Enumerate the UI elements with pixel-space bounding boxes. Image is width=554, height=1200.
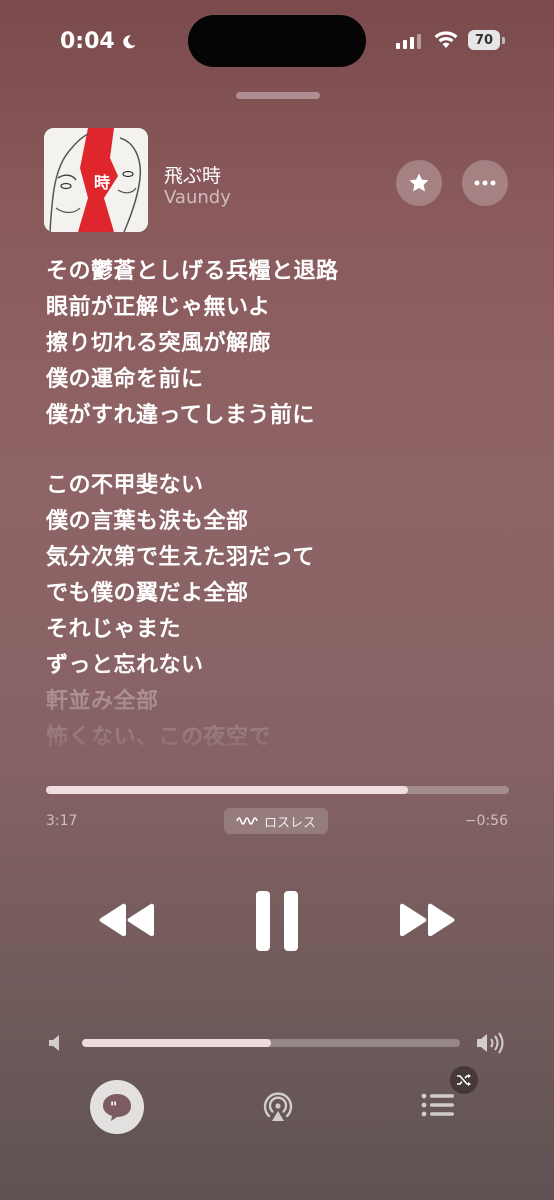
airplay-icon (263, 1092, 293, 1121)
track-title[interactable]: 飛ぶ時 (164, 161, 221, 188)
forward-icon (400, 903, 455, 937)
volume-fill (82, 1039, 271, 1047)
progress-fill (46, 786, 409, 794)
moon-icon (123, 34, 136, 48)
quote-bubble-icon: " (103, 1094, 131, 1121)
battery-icon: 70 (468, 30, 500, 50)
album-art-illustration: 時 (44, 128, 148, 232)
lossless-label: ロスレス (264, 815, 317, 831)
shuffle-icon (457, 1074, 471, 1086)
wifi-icon (434, 31, 458, 48)
svg-text:": " (110, 1100, 117, 1116)
star-icon (409, 173, 429, 192)
elapsed-time: 3:17 (46, 813, 78, 829)
volume-high-icon (477, 1032, 504, 1054)
ellipsis-icon (474, 180, 496, 186)
list-icon (421, 1093, 454, 1117)
fast-forward-button[interactable] (398, 903, 456, 937)
svg-text:時: 時 (94, 173, 110, 192)
airplay-button[interactable] (260, 1089, 296, 1125)
lyric-line[interactable]: 僕がすれ違ってしまう前に (46, 398, 516, 434)
lyric-line[interactable]: 僕の言葉も涙も全部 (46, 504, 516, 540)
lyric-line[interactable]: それじゃまた (46, 612, 516, 648)
backward-icon (99, 903, 154, 937)
lyric-line[interactable]: 眼前が正解じゃ無いよ (46, 290, 516, 326)
lyric-line[interactable]: 怖くない、この夜空で (46, 720, 516, 756)
rewind-button[interactable] (98, 903, 156, 937)
lossless-wave-icon (236, 817, 258, 825)
remaining-time: −0:56 (464, 813, 508, 829)
queue-button[interactable] (421, 1092, 455, 1118)
sheet-grabber[interactable] (236, 92, 320, 99)
pause-button[interactable] (254, 891, 300, 951)
dynamic-island (188, 15, 366, 67)
shuffle-badge[interactable] (450, 1066, 478, 1094)
lyric-line[interactable]: 僕の運命を前に (46, 362, 516, 398)
lyric-line[interactable]: でも僕の翼だよ全部 (46, 576, 516, 612)
lyric-line[interactable]: ずっと忘れない (46, 648, 516, 684)
lyric-line[interactable]: 軒並み全部 (46, 684, 516, 720)
favorite-button[interactable] (396, 160, 442, 206)
more-button[interactable] (462, 160, 508, 206)
battery-tip (502, 37, 505, 44)
lyric-line[interactable]: 擦り切れる突風が解廊 (46, 326, 516, 362)
lyric-line[interactable]: 気分次第で生えた羽だって (46, 540, 516, 576)
battery-level: 70 (474, 32, 494, 48)
lossless-badge[interactable]: ロスレス (224, 808, 329, 834)
cellular-signal-icon (396, 33, 421, 49)
lyrics-view[interactable]: その鬱蒼としげる兵糧と退路 眼前が正解じゃ無いよ 擦り切れる突風が解廊 僕の運命を前に… (46, 254, 516, 774)
album-artwork[interactable]: 時 (44, 128, 148, 232)
volume-low-icon (49, 1035, 59, 1051)
lyric-line[interactable]: この不甲斐ない (46, 468, 516, 504)
lyric-line[interactable]: その鬱蒼としげる兵糧と退路 (46, 254, 516, 290)
lyric-stanza-gap (46, 434, 516, 468)
lyrics-button[interactable]: " (90, 1080, 144, 1134)
pause-icon (256, 891, 298, 951)
status-bar-time: 0:04 (60, 29, 137, 54)
now-playing-screen: 0:04 70 時 飛ぶ時 Vaundy その鬱蒼としげる兵糧と退路 眼前が正解… (0, 0, 554, 1200)
clock-text: 0:04 (60, 29, 115, 54)
lyric-line[interactable]: 明日を目指す (46, 756, 516, 774)
track-artist[interactable]: Vaundy (164, 187, 231, 208)
